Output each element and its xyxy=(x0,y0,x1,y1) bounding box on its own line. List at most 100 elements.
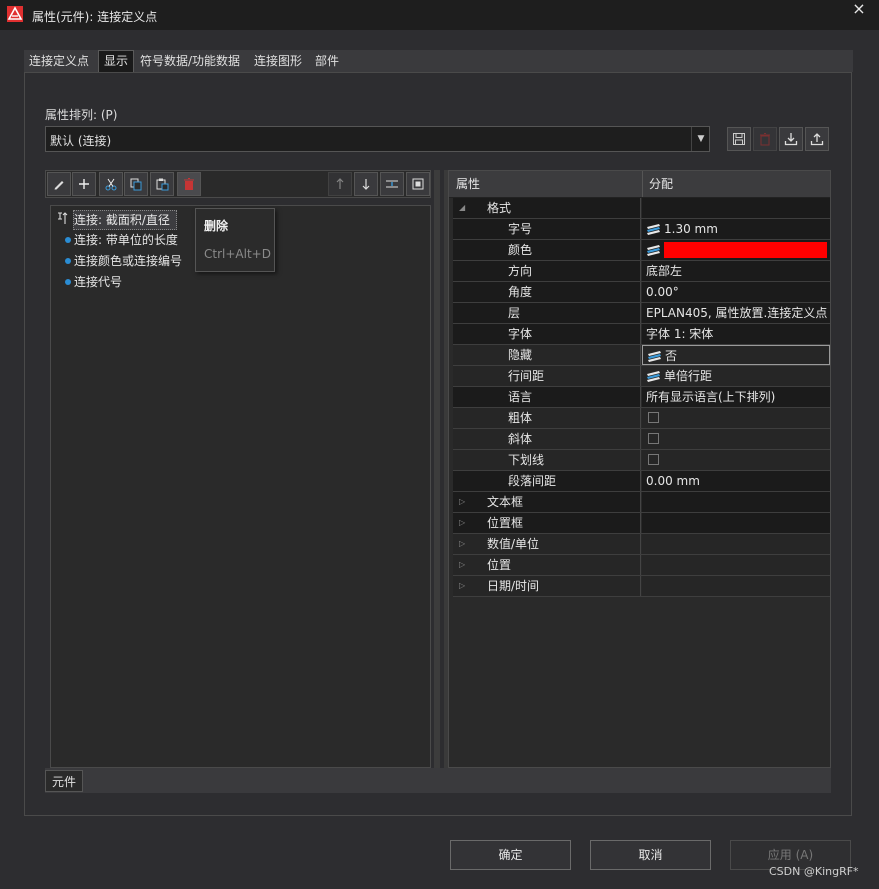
list-item[interactable]: 连接: 带单位的长度 xyxy=(65,231,178,249)
layer-stack-icon xyxy=(648,351,661,362)
grid-group-row[interactable]: ▷ 文本框 xyxy=(453,492,830,513)
grid-group-row[interactable]: ▷ 日期/时间 xyxy=(453,576,830,597)
cancel-button[interactable]: 取消 xyxy=(590,840,711,870)
bullet-icon xyxy=(65,258,71,264)
panel-splitter[interactable] xyxy=(434,170,440,768)
save-scheme-button[interactable] xyxy=(727,127,751,151)
tab-connection-graphic[interactable]: 连接图形 xyxy=(249,50,307,72)
ok-button[interactable]: 确定 xyxy=(450,840,571,870)
row-value: EPLAN405, 属性放置.连接定义点 xyxy=(642,303,830,323)
tab-symbol-data[interactable]: 符号数据/功能数据 xyxy=(135,50,245,72)
row-name: 粗体 xyxy=(508,411,533,425)
list-item-label: 连接颜色或连接编号 xyxy=(74,254,183,268)
add-button[interactable] xyxy=(72,172,96,196)
plus-icon xyxy=(79,179,89,189)
grid-group-row[interactable]: ◢ 格式 xyxy=(453,198,830,219)
move-up-button[interactable] xyxy=(328,172,352,196)
delete-scheme-button[interactable] xyxy=(753,127,777,151)
color-swatch[interactable] xyxy=(664,242,827,258)
italic-checkbox[interactable] xyxy=(648,433,659,444)
expanded-triangle-icon[interactable]: ◢ xyxy=(459,198,465,218)
tab-bar: 连接定义点 显示 符号数据/功能数据 连接图形 部件 xyxy=(24,50,853,73)
grid-row[interactable]: 层 EPLAN405, 属性放置.连接定义点 xyxy=(453,303,830,324)
watermark: CSDN @KingRF* xyxy=(769,865,859,878)
grid-row[interactable]: 斜体 xyxy=(453,429,830,450)
grid-group-row[interactable]: ▷ 数值/单位 xyxy=(453,534,830,555)
grid-row[interactable]: 方向 底部左 xyxy=(453,261,830,282)
row-value: 字体 1: 宋体 xyxy=(642,324,830,344)
row-value: 0.00° xyxy=(642,282,830,302)
row-name: 层 xyxy=(508,306,521,320)
arrow-up-icon xyxy=(336,178,344,189)
frame-icon xyxy=(412,178,424,190)
context-menu-delete[interactable]: 删除 xyxy=(204,217,228,234)
import-button[interactable] xyxy=(779,127,803,151)
grid-row[interactable]: 隐藏 否 xyxy=(453,345,830,366)
row-name: 颜色 xyxy=(508,243,533,257)
list-item[interactable]: 连接颜色或连接编号 xyxy=(65,252,182,270)
download-icon xyxy=(784,133,798,146)
row-name: 位置框 xyxy=(487,516,524,530)
row-name: 段落间距 xyxy=(508,474,557,488)
grid-row[interactable]: 颜色 xyxy=(453,240,830,261)
upload-icon xyxy=(810,133,824,146)
collapsed-triangle-icon[interactable]: ▷ xyxy=(459,555,465,575)
title-bar: 属性(元件): 连接定义点 × xyxy=(0,0,879,30)
sort-dropdown[interactable]: 默认 (连接) ▼ xyxy=(45,126,710,152)
row-name: 行间距 xyxy=(508,369,545,383)
spacing-icon xyxy=(386,180,398,188)
column-header-value[interactable]: 分配 xyxy=(642,171,673,197)
row-value: 1.30 mm xyxy=(664,222,718,236)
tab-connection-point[interactable]: 连接定义点 xyxy=(24,50,94,72)
trash-icon xyxy=(184,178,194,190)
grid-row[interactable]: 下划线 xyxy=(453,450,830,471)
row-name: 日期/时间 xyxy=(487,579,540,593)
row-value xyxy=(642,492,830,512)
collapsed-triangle-icon[interactable]: ▷ xyxy=(459,513,465,533)
grid-group-row[interactable]: ▷ 位置框 xyxy=(453,513,830,534)
bullet-icon xyxy=(65,237,71,243)
row-name: 方向 xyxy=(508,264,533,278)
grid-row[interactable]: 角度 0.00° xyxy=(453,282,830,303)
sort-label: 属性排列: (P) xyxy=(45,108,118,122)
grid-row[interactable]: 语言 所有显示语言(上下排列) xyxy=(453,387,830,408)
chevron-down-icon[interactable]: ▼ xyxy=(691,127,710,151)
tab-parts[interactable]: 部件 xyxy=(310,50,344,72)
save-icon xyxy=(733,133,745,145)
list-item[interactable]: 连接代号 xyxy=(65,273,122,291)
row-value: 否 xyxy=(665,349,678,363)
row-value xyxy=(642,555,830,575)
bullet-icon xyxy=(65,279,71,285)
properties-button[interactable] xyxy=(406,172,430,196)
cut-button[interactable] xyxy=(99,172,123,196)
line-spacing-button[interactable] xyxy=(380,172,404,196)
bottom-tab-strip xyxy=(45,768,831,793)
context-menu: 删除 Ctrl+Alt+D xyxy=(195,208,275,272)
row-name: 语言 xyxy=(508,390,533,404)
grid-row[interactable]: 字号 1.30 mm xyxy=(453,219,830,240)
paste-button[interactable] xyxy=(150,172,174,196)
delete-button[interactable] xyxy=(177,172,201,196)
collapsed-triangle-icon[interactable]: ▷ xyxy=(459,576,465,596)
tab-display[interactable]: 显示 xyxy=(98,50,135,73)
list-item[interactable]: 连接: 截面积/直径 xyxy=(73,210,177,230)
tab-component[interactable]: 元件 xyxy=(45,770,84,792)
collapsed-triangle-icon[interactable]: ▷ xyxy=(459,534,465,554)
close-button[interactable]: × xyxy=(848,0,870,22)
move-down-button[interactable] xyxy=(354,172,378,196)
arrow-down-icon xyxy=(362,179,370,190)
column-header-property[interactable]: 属性 xyxy=(449,171,643,197)
underline-checkbox[interactable] xyxy=(648,454,659,465)
row-value: 底部左 xyxy=(642,261,830,281)
grid-group-row[interactable]: ▷ 位置 xyxy=(453,555,830,576)
grid-row[interactable]: 字体 字体 1: 宋体 xyxy=(453,324,830,345)
grid-row[interactable]: 行间距 单倍行距 xyxy=(453,366,830,387)
layer-stack-icon xyxy=(647,371,660,382)
grid-row[interactable]: 段落间距 0.00 mm xyxy=(453,471,830,492)
copy-button[interactable] xyxy=(124,172,148,196)
grid-row[interactable]: 粗体 xyxy=(453,408,830,429)
export-button[interactable] xyxy=(805,127,829,151)
edit-button[interactable] xyxy=(47,172,71,196)
bold-checkbox[interactable] xyxy=(648,412,659,423)
collapsed-triangle-icon[interactable]: ▷ xyxy=(459,492,465,512)
